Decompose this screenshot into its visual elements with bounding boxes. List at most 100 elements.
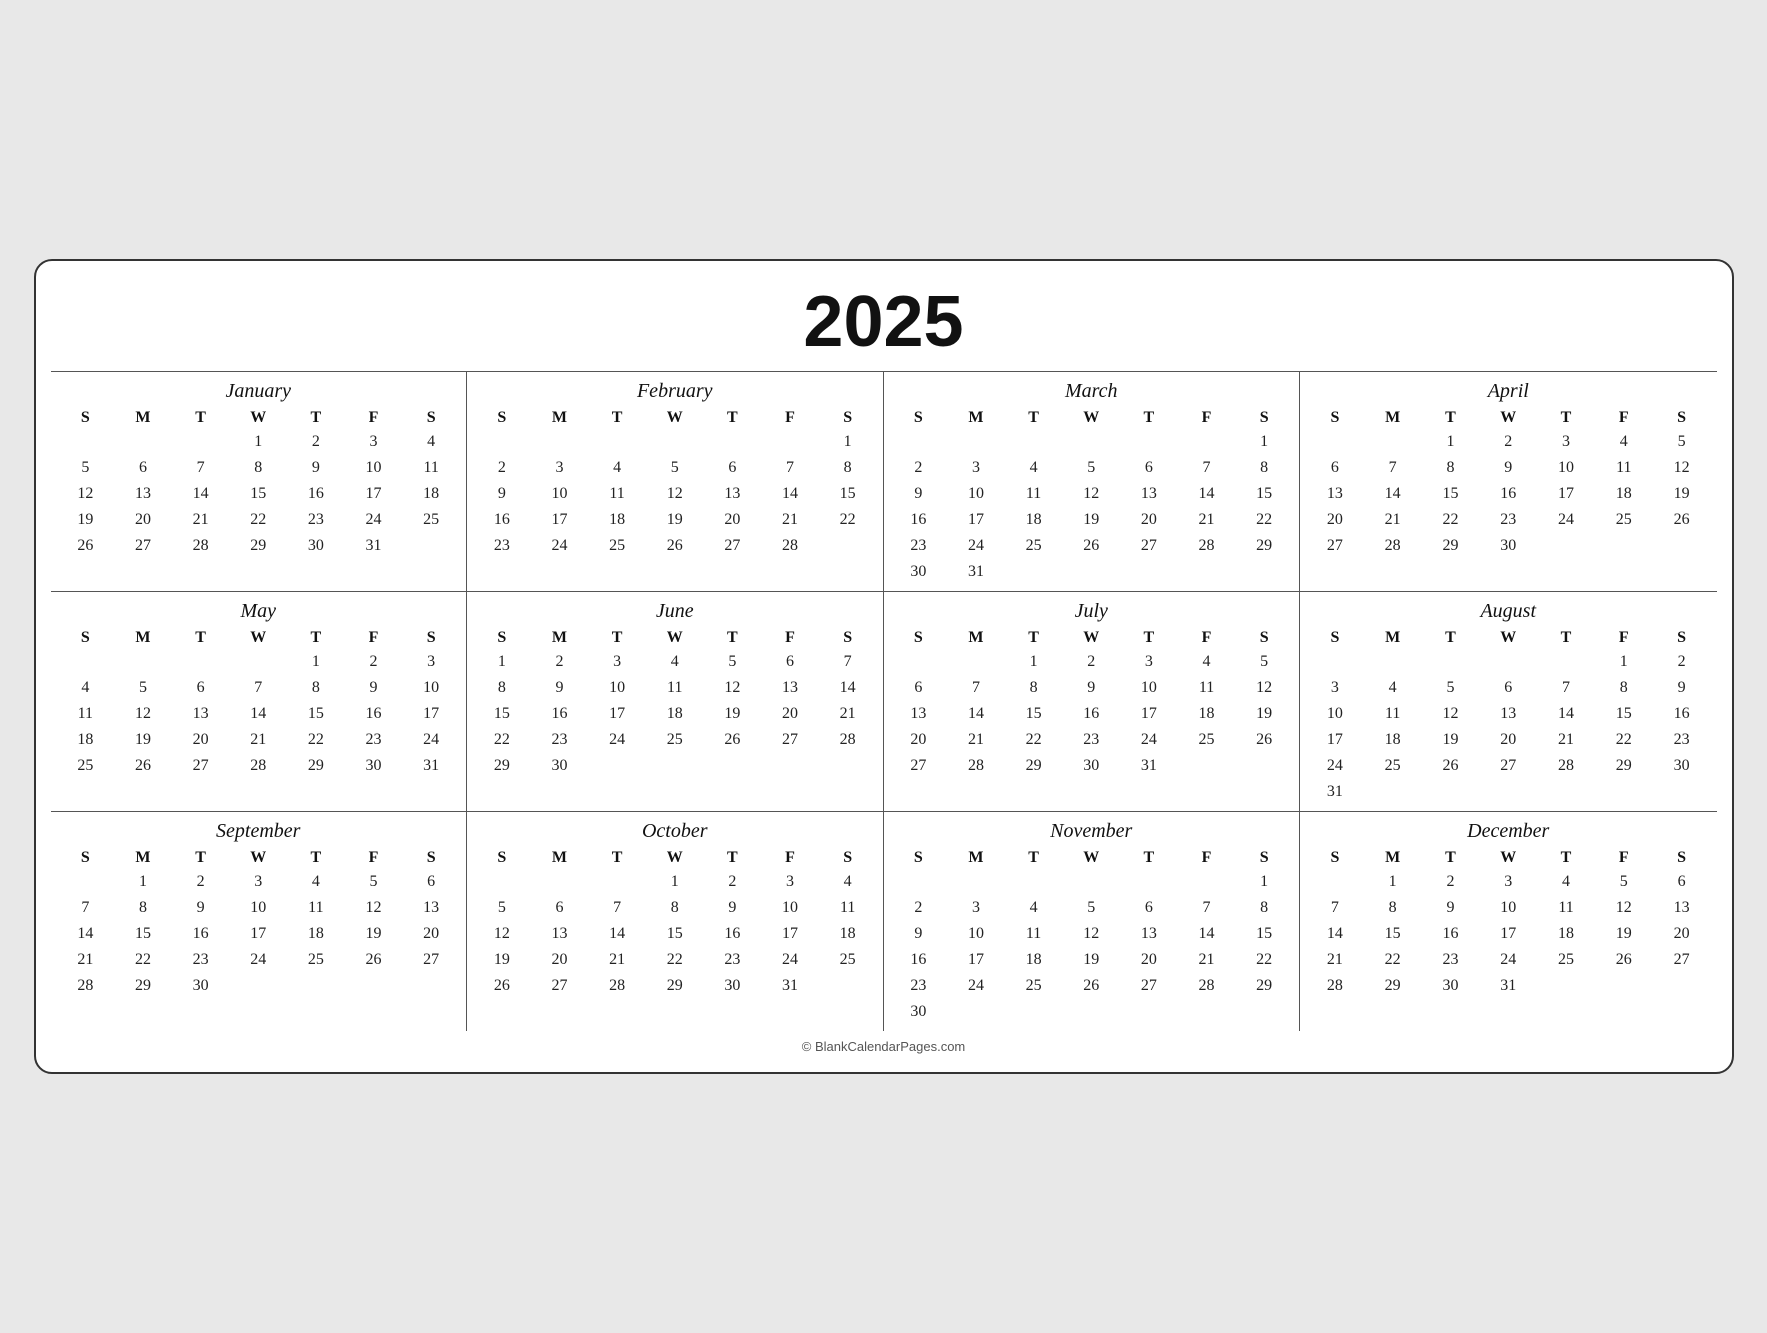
day-cell: 19 [1595,921,1653,947]
year-title: 2025 [51,271,1717,371]
day-cell: 24 [588,727,646,753]
day-cell: 7 [819,649,877,675]
day-cell: 16 [531,701,589,727]
day-cell: 8 [473,675,531,701]
day-cell: 28 [1537,753,1595,779]
day-cell: 11 [1005,921,1063,947]
day-header: S [402,625,460,649]
day-cell [1364,429,1422,455]
week-row: 20212223242526 [890,727,1294,753]
calendar-container: 2025 JanuarySMTWTFS123456789101112131415… [34,259,1734,1074]
day-header: M [114,405,172,429]
day-cell: 19 [1653,481,1711,507]
week-row: 23242526272829 [890,973,1294,999]
day-header: T [287,625,345,649]
day-cell: 3 [588,649,646,675]
day-cell: 6 [1479,675,1537,701]
day-cell: 25 [1005,973,1063,999]
day-cell: 29 [229,533,287,559]
day-cell: 7 [229,675,287,701]
day-cell: 12 [646,481,704,507]
day-header: F [345,405,403,429]
day-header: M [947,845,1005,869]
week-row: 1 [890,429,1294,455]
day-cell: 22 [1235,507,1293,533]
week-row: 2930 [473,753,877,779]
day-cell: 24 [345,507,403,533]
day-cell: 14 [1178,921,1236,947]
day-cell [588,753,646,779]
month-cell-february: FebruarySMTWTFS1234567891011121314151617… [467,371,884,591]
day-cell: 21 [761,507,819,533]
day-cell [1235,559,1293,585]
day-cell: 26 [57,533,115,559]
day-header: S [57,845,115,869]
week-row: 262728293031 [473,973,877,999]
day-cell: 16 [1479,481,1537,507]
day-cell: 28 [57,973,115,999]
week-row: 2345678 [890,895,1294,921]
day-cell [345,973,403,999]
month-table: SMTWTFS123456789101112131415161718192021… [1306,625,1711,805]
day-cell: 7 [1364,455,1422,481]
day-cell: 4 [1595,429,1653,455]
day-header: W [229,625,287,649]
day-header: S [402,405,460,429]
day-cell: 3 [761,869,819,895]
day-cell: 19 [114,727,172,753]
day-header: T [588,845,646,869]
day-cell [1306,869,1364,895]
day-cell: 10 [1479,895,1537,921]
day-cell: 1 [819,429,877,455]
day-cell: 6 [114,455,172,481]
month-cell-april: AprilSMTWTFS1234567891011121314151617181… [1300,371,1717,591]
day-cell: 17 [531,507,589,533]
week-row: 9101112131415 [890,921,1294,947]
day-cell [1595,973,1653,999]
month-table: SMTWTFS123456789101112131415161718192021… [473,405,877,559]
day-cell: 13 [1306,481,1364,507]
day-cell [1364,649,1422,675]
day-header: S [1306,625,1364,649]
day-header: T [704,405,762,429]
day-cell [57,649,115,675]
day-cell: 20 [531,947,589,973]
day-cell: 17 [1120,701,1178,727]
day-cell: 20 [172,727,230,753]
week-row: 16171819202122 [473,507,877,533]
week-row: 16171819202122 [890,947,1294,973]
day-cell: 20 [1653,921,1711,947]
day-cell: 5 [1062,895,1120,921]
day-cell: 23 [1479,507,1537,533]
day-cell [1178,999,1236,1025]
day-header: S [1306,405,1364,429]
day-cell: 3 [1537,429,1595,455]
day-header: T [588,625,646,649]
month-cell-september: SeptemberSMTWTFS123456789101112131415161… [51,811,468,1031]
day-cell: 26 [1653,507,1711,533]
day-cell: 21 [229,727,287,753]
day-cell: 21 [1537,727,1595,753]
day-cell: 12 [1653,455,1711,481]
day-cell: 6 [402,869,460,895]
day-cell: 20 [114,507,172,533]
day-cell [1062,429,1120,455]
day-cell: 1 [1595,649,1653,675]
week-row: 232425262728 [473,533,877,559]
day-cell: 4 [1178,649,1236,675]
day-cell: 11 [402,455,460,481]
day-cell: 22 [229,507,287,533]
day-cell: 8 [1005,675,1063,701]
day-cell: 3 [947,455,1005,481]
day-cell: 19 [1062,507,1120,533]
day-cell: 1 [1235,869,1293,895]
day-cell: 18 [287,921,345,947]
day-cell: 14 [1537,701,1595,727]
day-cell [229,973,287,999]
day-header: T [172,405,230,429]
day-cell: 15 [819,481,877,507]
day-cell: 12 [114,701,172,727]
day-cell: 6 [890,675,948,701]
day-cell: 15 [114,921,172,947]
day-cell: 16 [287,481,345,507]
